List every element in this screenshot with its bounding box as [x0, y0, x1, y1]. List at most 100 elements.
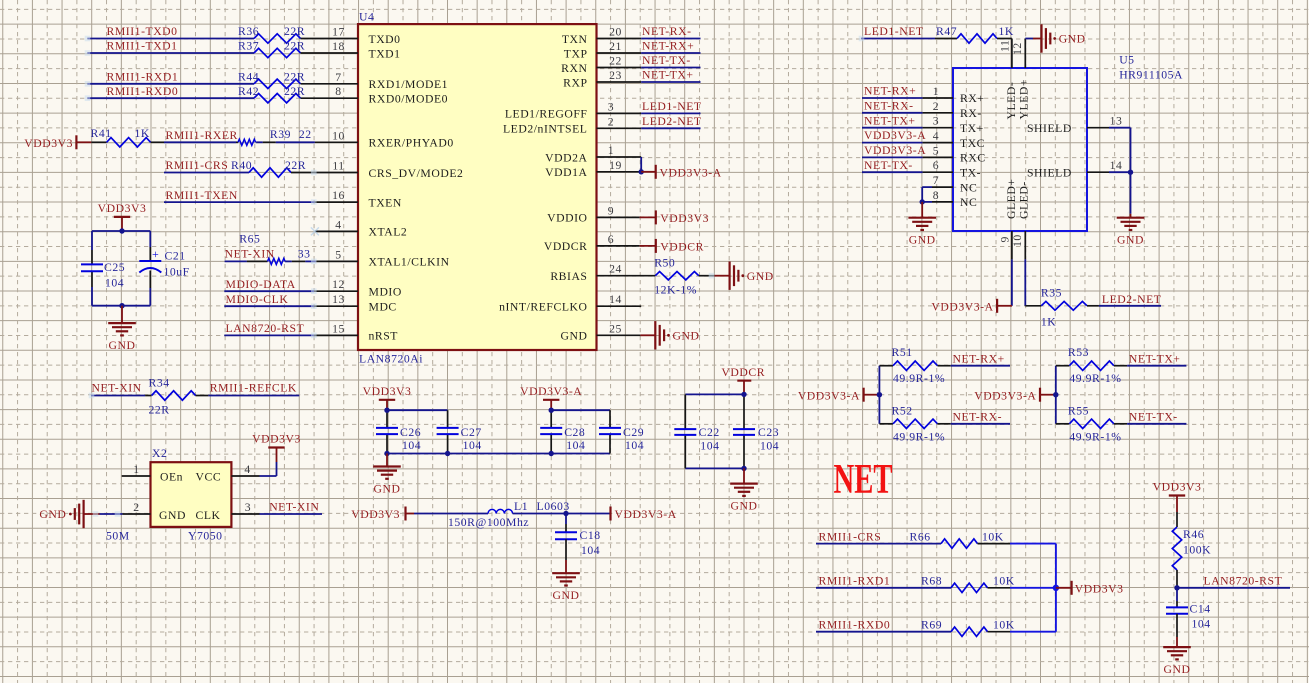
svg-text:RX-: RX-: [960, 107, 982, 120]
svg-text:VDD3V3: VDD3V3: [24, 137, 73, 150]
svg-text:RMII1-RXD0: RMII1-RXD0: [819, 618, 891, 631]
svg-text:VDD2A: VDD2A: [545, 151, 587, 164]
svg-text:22R: 22R: [285, 159, 306, 172]
svg-text:RMII1-TXD1: RMII1-TXD1: [107, 40, 178, 53]
svg-text:8: 8: [335, 85, 341, 98]
svg-text:1K: 1K: [1041, 316, 1056, 329]
svg-text:NET-TX+: NET-TX+: [864, 114, 916, 127]
svg-text:YLED+: YLED+: [1018, 79, 1031, 120]
svg-text:6: 6: [933, 159, 939, 172]
svg-text:NET-TX-: NET-TX-: [642, 54, 691, 67]
svg-text:VCC: VCC: [196, 471, 222, 484]
svg-text:VDD3V3: VDD3V3: [1153, 481, 1202, 494]
svg-text:2: 2: [608, 115, 614, 128]
svg-text:C27: C27: [461, 426, 482, 439]
svg-text:VDD3V3: VDD3V3: [252, 433, 301, 446]
svg-text:RMII1-TXD0: RMII1-TXD0: [107, 25, 178, 38]
svg-text:NET-RX+: NET-RX+: [864, 85, 916, 98]
svg-text:VDDCR: VDDCR: [660, 240, 704, 253]
svg-text:12: 12: [332, 278, 345, 291]
svg-text:104: 104: [1192, 618, 1211, 631]
svg-text:C29: C29: [623, 426, 644, 439]
svg-text:VDD3V3: VDD3V3: [363, 385, 412, 398]
svg-text:NET-XIN: NET-XIN: [92, 381, 142, 394]
svg-text:MDC: MDC: [369, 301, 397, 314]
svg-text:49.9R-1%: 49.9R-1%: [1069, 372, 1121, 385]
svg-text:VDD3V3-A: VDD3V3-A: [660, 166, 722, 179]
svg-text:R44: R44: [238, 71, 259, 84]
svg-text:R41: R41: [91, 127, 112, 140]
svg-text:3: 3: [608, 100, 614, 113]
svg-text:NET-RX-: NET-RX-: [642, 25, 692, 38]
svg-text:49.9R-1%: 49.9R-1%: [893, 430, 945, 443]
svg-text:49.9R-1%: 49.9R-1%: [1069, 430, 1121, 443]
svg-text:18: 18: [332, 40, 345, 53]
svg-text:104: 104: [625, 439, 644, 452]
svg-text:R51: R51: [892, 346, 913, 359]
svg-text:RXN: RXN: [561, 62, 587, 75]
svg-text:104: 104: [700, 440, 719, 453]
svg-text:19: 19: [609, 159, 622, 172]
svg-text:R53: R53: [1068, 346, 1089, 359]
svg-text:22: 22: [609, 55, 622, 68]
svg-text:RXC: RXC: [960, 152, 986, 165]
svg-text:R66: R66: [910, 530, 931, 543]
svg-text:MDIO-CLK: MDIO-CLK: [226, 293, 289, 306]
svg-text:RMII1-TXEN: RMII1-TXEN: [166, 189, 238, 202]
svg-text:11: 11: [332, 160, 344, 173]
svg-text:SHIELD: SHIELD: [1027, 167, 1072, 180]
svg-text:10: 10: [332, 129, 345, 142]
svg-text:U5: U5: [1119, 54, 1134, 67]
svg-text:LED1-NET: LED1-NET: [642, 100, 702, 113]
svg-text:RX+: RX+: [960, 92, 984, 105]
svg-text:11: 11: [999, 40, 1012, 52]
svg-text:25: 25: [609, 322, 622, 335]
svg-text:2: 2: [933, 100, 939, 113]
svg-text:LED1-NET: LED1-NET: [864, 25, 924, 38]
svg-text:TXD1: TXD1: [369, 47, 401, 60]
svg-text:RBIAS: RBIAS: [550, 270, 587, 283]
svg-text:22R: 22R: [149, 404, 170, 417]
svg-text:10uF: 10uF: [164, 266, 190, 279]
svg-text:SHIELD: SHIELD: [1027, 122, 1072, 135]
svg-text:R42: R42: [238, 85, 259, 98]
svg-text:VDD3V3-A: VDD3V3-A: [864, 129, 926, 142]
svg-text:6: 6: [608, 233, 614, 246]
svg-text:GND: GND: [1164, 663, 1191, 676]
svg-text:5: 5: [335, 248, 341, 261]
svg-text:C22: C22: [699, 426, 720, 439]
svg-text:22R: 22R: [284, 25, 305, 38]
svg-text:R69: R69: [921, 618, 942, 631]
svg-text:nRST: nRST: [369, 330, 398, 343]
svg-text:YLED-: YLED-: [1005, 82, 1018, 120]
svg-text:49.9R-1%: 49.9R-1%: [893, 372, 945, 385]
svg-text:GND: GND: [561, 330, 588, 343]
svg-text:VDD3V3: VDD3V3: [1075, 582, 1124, 595]
svg-text:13: 13: [1110, 115, 1123, 128]
svg-text:100K: 100K: [1183, 544, 1211, 557]
svg-text:RXD1/MODE1: RXD1/MODE1: [369, 78, 449, 91]
svg-text:R39: R39: [270, 128, 291, 141]
svg-text:104: 104: [463, 439, 482, 452]
svg-text:C14: C14: [1190, 603, 1211, 616]
svg-text:VDD3V3-A: VDD3V3-A: [931, 300, 993, 313]
svg-text:12K-1%: 12K-1%: [654, 284, 697, 297]
svg-text:C23: C23: [758, 426, 779, 439]
svg-text:4: 4: [933, 130, 939, 143]
svg-text:nINT/REFCLKO: nINT/REFCLKO: [499, 301, 587, 314]
svg-text:TXC: TXC: [960, 137, 985, 150]
svg-text:+: +: [152, 247, 159, 261]
svg-text:3: 3: [245, 501, 251, 514]
svg-text:GND: GND: [159, 509, 186, 522]
svg-text:15: 15: [332, 322, 345, 335]
svg-text:U4: U4: [359, 11, 374, 24]
svg-text:1: 1: [933, 85, 939, 98]
svg-text:R55: R55: [1068, 404, 1089, 417]
svg-text:NET-RX+: NET-RX+: [953, 352, 1005, 365]
svg-text:16: 16: [332, 189, 345, 202]
svg-text:RMII1-RXER: RMII1-RXER: [166, 129, 238, 142]
svg-text:1K: 1K: [999, 25, 1014, 38]
svg-text:R46: R46: [1183, 528, 1204, 541]
svg-text:14: 14: [1110, 159, 1123, 172]
svg-text:C18: C18: [580, 529, 601, 542]
